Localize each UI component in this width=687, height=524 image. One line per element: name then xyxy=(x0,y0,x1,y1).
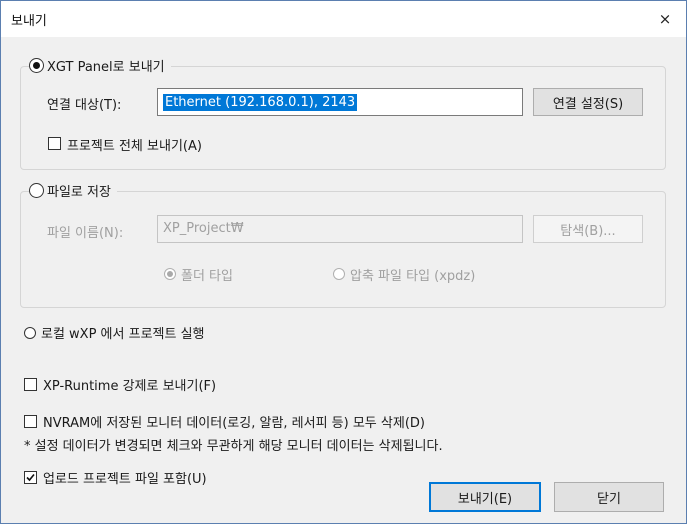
local-run-label: 로컬 wXP 에서 프로젝트 실행 xyxy=(41,327,205,342)
browse-button[interactable]: 탐색(B)... xyxy=(533,215,643,243)
send-dialog: 보내기 × XGT Panel로 보내기 연결 대상(T): Ethernet … xyxy=(0,0,687,524)
connect-settings-label: 연결 설정(S) xyxy=(552,96,624,112)
browse-label: 탐색(B)... xyxy=(560,223,616,239)
panel-send-legend[interactable]: XGT Panel로 보내기 xyxy=(29,56,171,75)
close-icon[interactable]: × xyxy=(656,10,674,28)
file-save-label: 파일로 저장 xyxy=(47,185,111,200)
nvram-delete-checkbox[interactable] xyxy=(24,415,37,428)
connect-settings-button[interactable]: 연결 설정(S) xyxy=(533,88,643,116)
folder-type-label: 폴더 타입 xyxy=(181,269,233,284)
filename-field[interactable]: XP_Project₩ xyxy=(157,215,523,243)
filename-label: 파일 이름(N): xyxy=(47,226,124,241)
send-button-label: 보내기(E) xyxy=(457,491,513,507)
file-save-group xyxy=(20,191,666,308)
send-all-checkbox[interactable] xyxy=(48,137,61,150)
force-send-label: XP-Runtime 강제로 보내기(F) xyxy=(43,379,217,394)
file-save-radio[interactable] xyxy=(29,183,44,198)
panel-send-radio[interactable] xyxy=(29,58,44,73)
close-button[interactable]: 닫기 xyxy=(554,482,664,512)
note-text: * 설정 데이터가 변경되면 체크와 무관하게 해당 모니터 데이터는 삭제됩니… xyxy=(24,439,443,454)
include-upload-checkbox[interactable] xyxy=(24,471,37,484)
zip-type-label: 압축 파일 타입 (xpdz) xyxy=(350,269,476,284)
panel-send-label: XGT Panel로 보내기 xyxy=(47,60,165,75)
target-field[interactable]: Ethernet (192.168.0.1), 2143 xyxy=(157,88,523,116)
force-send-checkbox[interactable] xyxy=(24,378,37,391)
folder-type-radio[interactable] xyxy=(164,268,176,280)
panel-send-group xyxy=(20,66,666,170)
zip-type-radio[interactable] xyxy=(333,268,345,280)
title-bar: 보내기 × xyxy=(1,1,686,37)
target-label: 연결 대상(T): xyxy=(47,98,122,113)
file-save-legend[interactable]: 파일로 저장 xyxy=(29,181,117,200)
local-run-radio[interactable] xyxy=(24,327,36,339)
nvram-delete-label: NVRAM에 저장된 모니터 데이터(로깅, 알람, 레서피 등) 모두 삭제(… xyxy=(43,416,425,431)
filename-value: XP_Project₩ xyxy=(163,221,244,236)
dialog-title: 보내기 xyxy=(11,14,47,29)
send-all-label: 프로젝트 전체 보내기(A) xyxy=(67,139,202,154)
checkmark-icon xyxy=(26,473,35,482)
close-button-label: 닫기 xyxy=(597,491,621,507)
include-upload-label: 업로드 프로젝트 파일 포함(U) xyxy=(43,472,207,487)
send-button[interactable]: 보내기(E) xyxy=(429,482,541,512)
target-value: Ethernet (192.168.0.1), 2143 xyxy=(163,94,358,111)
